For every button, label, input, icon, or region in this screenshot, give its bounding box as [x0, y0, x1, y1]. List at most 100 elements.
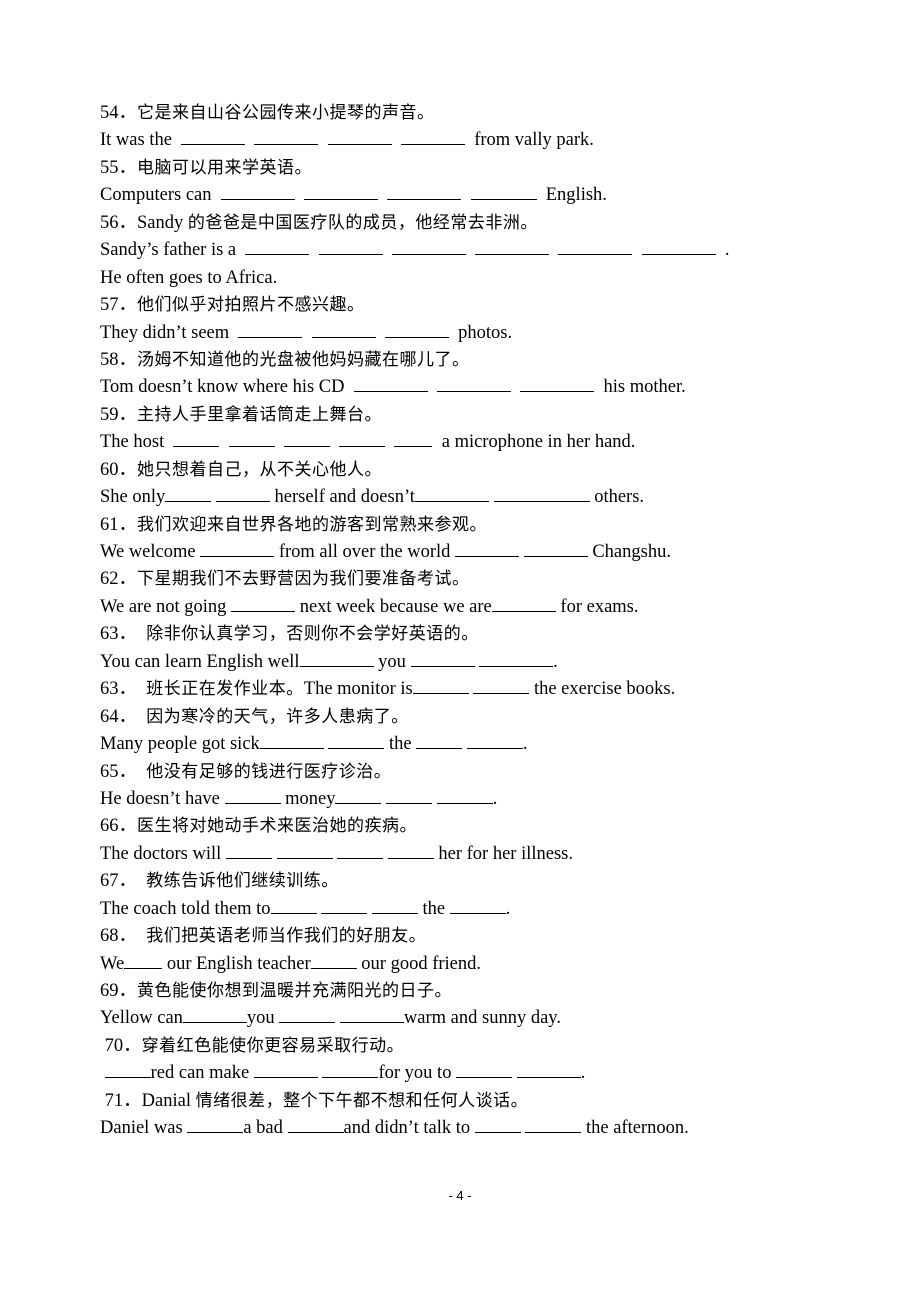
fill-in-blank[interactable] — [279, 1006, 336, 1024]
fill-in-blank[interactable] — [253, 1061, 318, 1079]
fill-in-blank[interactable] — [310, 952, 357, 969]
fill-in-blank[interactable] — [187, 1116, 244, 1134]
fill-in-blank[interactable] — [328, 732, 385, 750]
fill-in-blank[interactable] — [181, 128, 246, 146]
text-segment: a bad — [243, 1118, 288, 1139]
fill-in-blank[interactable] — [254, 128, 319, 146]
fill-in-blank[interactable] — [165, 485, 212, 503]
text-segment: The coach told them to — [100, 898, 271, 919]
question-number: 66． — [100, 816, 138, 837]
fill-in-blank[interactable] — [394, 430, 433, 448]
question-number: 62． — [100, 569, 138, 590]
fill-in-blank[interactable] — [322, 1061, 379, 1079]
fill-in-blank[interactable] — [558, 238, 633, 256]
text-segment: We welcome — [100, 542, 201, 562]
fill-in-blank[interactable] — [466, 732, 523, 750]
text-segment: 黄色能使你想到温暖并充满阳光的日子。 — [137, 981, 453, 1001]
text-segment: warm and sunny day. — [403, 1008, 561, 1029]
text-segment — [461, 185, 470, 205]
fill-in-blank[interactable] — [339, 430, 386, 448]
text-segment: . — [553, 651, 558, 672]
fill-in-blank[interactable] — [491, 595, 556, 612]
fill-in-blank[interactable] — [104, 1061, 151, 1079]
fill-in-blank[interactable] — [215, 485, 270, 503]
question-prompt-chinese: 58．汤姆不知道他的光盘被他妈妈藏在哪儿了。 — [100, 347, 840, 374]
answer-line-english: Many people got sick the . — [100, 731, 840, 758]
fill-in-blank[interactable] — [641, 238, 716, 256]
fill-in-blank[interactable] — [299, 650, 374, 667]
text-segment: . — [580, 1063, 586, 1084]
fill-in-blank[interactable] — [516, 1061, 581, 1079]
fill-in-blank[interactable] — [225, 842, 272, 859]
fill-in-blank[interactable] — [283, 430, 330, 448]
fill-in-blank[interactable] — [493, 485, 590, 503]
fill-in-blank[interactable] — [520, 375, 595, 393]
text-segment: 它是来自山谷公园传来小提琴的声音。 — [137, 103, 435, 123]
fill-in-blank[interactable] — [474, 1116, 521, 1134]
answer-line-english: We welcome from all over the world Chang… — [100, 539, 840, 566]
text-segment — [295, 185, 304, 205]
fill-in-blank[interactable] — [525, 1116, 582, 1134]
fill-in-blank[interactable] — [475, 238, 550, 256]
text-segment: 医生将对她动手术来医治她的疾病。 — [137, 816, 418, 837]
text-segment — [219, 432, 228, 452]
text-segment: They didn’t seem — [100, 322, 239, 343]
fill-in-blank[interactable] — [414, 485, 489, 503]
fill-in-blank[interactable] — [386, 787, 433, 804]
fill-in-blank[interactable] — [412, 677, 469, 695]
text-segment: . — [522, 734, 528, 755]
fill-in-blank[interactable] — [124, 952, 163, 969]
fill-in-blank[interactable] — [436, 787, 493, 804]
fill-in-blank[interactable] — [287, 1116, 344, 1134]
fill-in-blank[interactable] — [304, 183, 378, 201]
fill-in-blank[interactable] — [371, 897, 418, 914]
fill-in-blank[interactable] — [311, 321, 376, 338]
fill-in-blank[interactable] — [327, 128, 392, 146]
question-number: 67． — [100, 871, 147, 892]
answer-line-english: They didn’t seem photos. — [100, 320, 840, 347]
fill-in-blank[interactable] — [231, 595, 296, 612]
fill-in-blank[interactable] — [224, 787, 281, 804]
fill-in-blank[interactable] — [182, 1006, 247, 1024]
fill-in-blank[interactable] — [335, 787, 382, 804]
answer-line-english: You can learn English well you . — [100, 649, 840, 676]
fill-in-blank[interactable] — [318, 238, 383, 256]
fill-in-blank[interactable] — [456, 1061, 513, 1079]
text-segment: the exercise books. — [529, 679, 676, 700]
fill-in-blank[interactable] — [410, 650, 475, 667]
text-segment: a microphone in her hand. — [432, 432, 636, 453]
text-segment: her for her illness. — [433, 843, 573, 864]
fill-in-blank[interactable] — [339, 1006, 404, 1024]
fill-in-blank[interactable] — [384, 321, 449, 338]
text-segment: She only — [100, 487, 166, 508]
text-segment — [275, 432, 284, 452]
fill-in-blank[interactable] — [523, 540, 588, 557]
fill-in-blank[interactable] — [470, 183, 537, 201]
fill-in-blank[interactable] — [228, 430, 275, 448]
fill-in-blank[interactable] — [473, 677, 530, 695]
fill-in-blank[interactable] — [353, 375, 428, 393]
fill-in-blank[interactable] — [337, 842, 384, 859]
fill-in-blank[interactable] — [220, 183, 295, 201]
text-segment: 的爸爸是中国医疗队的成员，他经常去非洲。 — [187, 212, 538, 233]
fill-in-blank[interactable] — [238, 321, 303, 338]
text-segment: 电脑可以用来学英语。 — [137, 157, 313, 178]
fill-in-blank[interactable] — [400, 128, 465, 146]
fill-in-blank[interactable] — [416, 732, 463, 750]
fill-in-blank[interactable] — [387, 183, 462, 201]
fill-in-blank[interactable] — [437, 375, 511, 393]
answer-line-english: Computers can English. — [100, 182, 840, 209]
fill-in-blank[interactable] — [449, 897, 506, 914]
fill-in-blank[interactable] — [455, 540, 520, 557]
fill-in-blank[interactable] — [479, 650, 554, 667]
fill-in-blank[interactable] — [321, 897, 368, 914]
fill-in-blank[interactable] — [387, 842, 434, 859]
fill-in-blank[interactable] — [270, 897, 317, 914]
fill-in-blank[interactable] — [276, 842, 333, 859]
text-segment — [309, 240, 318, 260]
fill-in-blank[interactable] — [391, 238, 466, 256]
fill-in-blank[interactable] — [173, 430, 220, 448]
fill-in-blank[interactable] — [200, 540, 275, 557]
fill-in-blank[interactable] — [259, 732, 324, 750]
fill-in-blank[interactable] — [245, 238, 310, 256]
